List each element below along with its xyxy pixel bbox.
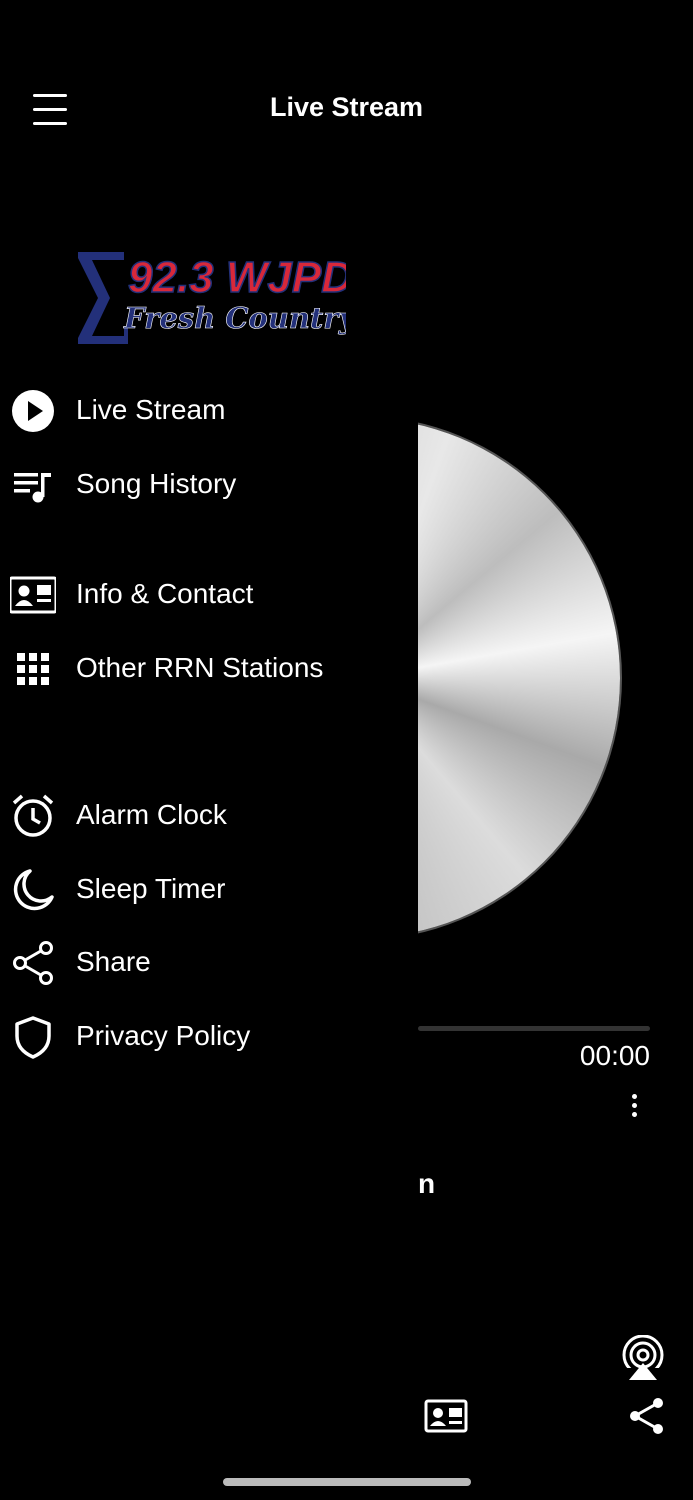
moon-icon	[13, 869, 54, 911]
airplay-icon[interactable]	[620, 1335, 666, 1381]
drawer-item-live-stream[interactable]: Live Stream	[0, 380, 418, 440]
playlist-icon	[14, 473, 51, 503]
drawer-item-sleep-timer[interactable]: Sleep Timer	[0, 859, 418, 919]
shield-icon	[15, 1016, 51, 1059]
drawer-item-privacy-policy[interactable]: Privacy Policy	[0, 1006, 418, 1066]
song-title: n	[418, 1168, 436, 1199]
logo-line-1: 92.3 WJPD	[128, 253, 346, 302]
album-art	[400, 410, 630, 970]
contact-card-icon[interactable]	[424, 1398, 468, 1434]
share-icon	[13, 941, 53, 985]
navigation-drawer: 92.3 WJPD Fresh Country Live Stream Song…	[0, 220, 418, 1100]
drawer-item-label: Privacy Policy	[76, 1020, 251, 1051]
drawer-item-label: Sleep Timer	[76, 873, 226, 904]
drawer-item-label: Share	[76, 946, 151, 977]
home-indicator	[223, 1478, 471, 1486]
more-options-icon[interactable]	[626, 1094, 642, 1122]
progress-bar[interactable]	[418, 1026, 650, 1031]
drawer-item-info-contact[interactable]: Info & Contact	[0, 564, 418, 624]
drawer-item-label: Live Stream	[76, 394, 226, 425]
share-icon[interactable]	[626, 1396, 666, 1436]
alarm-clock-icon	[12, 794, 54, 837]
logo-line-2: Fresh Country	[123, 301, 346, 335]
drawer-item-song-history[interactable]: Song History	[0, 454, 418, 514]
grid-icon	[17, 653, 49, 685]
drawer-item-label: Info & Contact	[76, 578, 254, 609]
page-title: Live Stream	[269, 92, 424, 122]
elapsed-time: 00:00	[579, 1040, 650, 1071]
cd-disc-image	[400, 418, 620, 938]
drawer-item-label: Alarm Clock	[76, 799, 227, 830]
drawer-item-other-stations[interactable]: Other RRN Stations	[0, 638, 418, 698]
drawer-item-label: Song History	[76, 468, 237, 499]
play-circle-icon	[12, 390, 54, 432]
station-logo: 92.3 WJPD Fresh Country	[78, 252, 346, 344]
drawer-item-share[interactable]: Share	[0, 932, 418, 992]
drawer-item-label: Other RRN Stations	[76, 652, 324, 683]
contact-card-icon	[10, 576, 56, 614]
drawer-item-alarm-clock[interactable]: Alarm Clock	[0, 785, 418, 845]
header: Live Stream	[0, 0, 693, 220]
